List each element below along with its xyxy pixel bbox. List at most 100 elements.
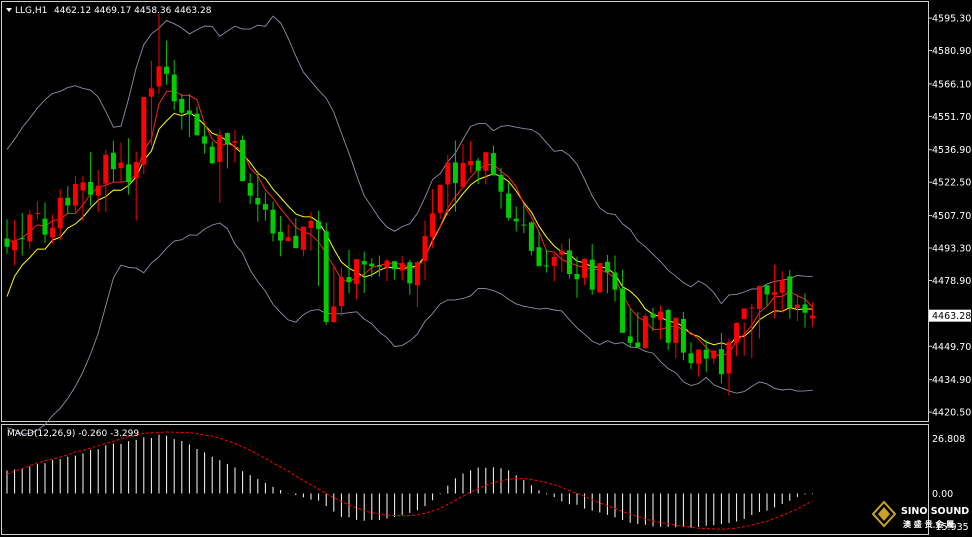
candle-body: [490, 153, 496, 176]
candle-body: [361, 261, 367, 265]
candle-body: [224, 133, 230, 145]
candle-body: [88, 182, 94, 195]
price-tick-label: 4551.70: [932, 112, 971, 123]
brand-name: SINO SOUND: [901, 506, 969, 517]
candle-body: [680, 319, 686, 353]
candle-body: [376, 265, 382, 267]
candle-body: [772, 292, 778, 295]
candle-body: [57, 197, 63, 229]
candle-body: [392, 261, 398, 270]
candle-body: [118, 162, 124, 168]
candle-body: [316, 221, 322, 230]
candle-body: [620, 288, 626, 333]
candle-body: [756, 286, 762, 309]
candle-body: [582, 259, 588, 278]
macd-label: MACD(12,26,9) -0.260 -3.299: [7, 429, 139, 439]
candle-body: [673, 317, 679, 343]
ohlc-readout: 4462.12 4469.17 4458.36 4463.28: [54, 6, 212, 16]
candle-body: [34, 213, 40, 215]
candle-body: [369, 263, 375, 267]
candle-body: [787, 276, 793, 308]
candle-body: [278, 231, 284, 241]
brand-cjk: 澳 盛 贵 金 屬: [903, 519, 954, 529]
price-tick-label: 4595.30: [932, 14, 971, 25]
candle-body: [574, 273, 580, 280]
candle-body: [597, 263, 603, 293]
candle-body: [696, 349, 702, 364]
candle-body: [293, 235, 299, 249]
chart-background: [0, 0, 972, 537]
candle-body: [42, 218, 48, 235]
candle-body: [779, 280, 785, 293]
candle-body: [12, 241, 18, 251]
price-tick-label: 4478.90: [932, 276, 971, 287]
price-tick-label: 4507.70: [932, 211, 971, 222]
candle-body: [133, 162, 139, 178]
candle-body: [308, 221, 314, 228]
candle-body: [65, 197, 71, 206]
candle-body: [430, 213, 436, 237]
trading-chart[interactable]: 4595.30 4580.90 4566.10 4551.70 4536.90 4522.…: [0, 0, 972, 537]
candle-body: [414, 262, 420, 286]
candle-body: [240, 140, 246, 182]
candle-body: [734, 322, 740, 343]
candle-body: [80, 182, 86, 191]
candle-body: [262, 204, 268, 210]
candle-body: [726, 342, 732, 374]
candle-body: [164, 66, 170, 74]
candle-body: [445, 162, 451, 185]
candle-body: [437, 184, 443, 213]
candle-body: [513, 218, 519, 222]
candle-body: [346, 277, 352, 283]
price-tick-label: 4434.90: [932, 375, 971, 386]
candle-body: [72, 184, 78, 206]
candle-body: [209, 146, 215, 164]
symbol-label: LLG,H1: [15, 6, 47, 16]
candle-body: [650, 313, 656, 318]
price-tick-label: 4522.50: [932, 178, 971, 189]
candle-body: [27, 214, 33, 242]
candle-body: [399, 263, 405, 271]
candle-body: [635, 342, 641, 348]
candle-body: [810, 315, 816, 319]
candle-body: [483, 152, 489, 171]
candle-body: [103, 154, 109, 184]
candle-body: [604, 261, 610, 273]
candle-body: [171, 74, 177, 102]
candle-body: [323, 231, 329, 322]
candle-body: [255, 198, 261, 205]
price-tick-label: 4493.30: [932, 244, 971, 255]
candle-body: [559, 250, 565, 255]
candle-body: [407, 262, 413, 284]
candle-body: [521, 224, 527, 226]
candle-body: [300, 226, 306, 250]
candle-body: [148, 88, 154, 97]
candle-body: [384, 260, 390, 268]
price-tick-label: 4449.70: [932, 342, 971, 353]
candle-body: [703, 349, 709, 359]
candle-body: [551, 257, 557, 266]
candle-body: [665, 310, 671, 343]
candle-body: [528, 222, 534, 251]
candle-body: [422, 236, 428, 261]
macd-tick-label: 26.808: [932, 434, 965, 445]
candle-body: [794, 304, 800, 308]
candle-body: [536, 247, 542, 267]
candle-body: [141, 97, 147, 165]
price-tick-label: 4580.90: [932, 46, 971, 57]
candle-body: [741, 308, 747, 320]
candle-body: [19, 238, 25, 240]
candle-body: [764, 285, 770, 295]
macd-tick-label: 0.00: [932, 489, 953, 500]
candle-body: [566, 250, 572, 274]
candle-body: [110, 152, 116, 170]
candle-body: [460, 163, 466, 187]
candle-body: [544, 265, 550, 267]
candle-body: [232, 141, 238, 143]
candle-body: [749, 307, 755, 309]
candle-body: [4, 238, 10, 247]
candle-body: [802, 304, 808, 313]
candle-body: [475, 160, 481, 171]
candle-body: [156, 66, 162, 87]
candle-body: [711, 350, 717, 359]
